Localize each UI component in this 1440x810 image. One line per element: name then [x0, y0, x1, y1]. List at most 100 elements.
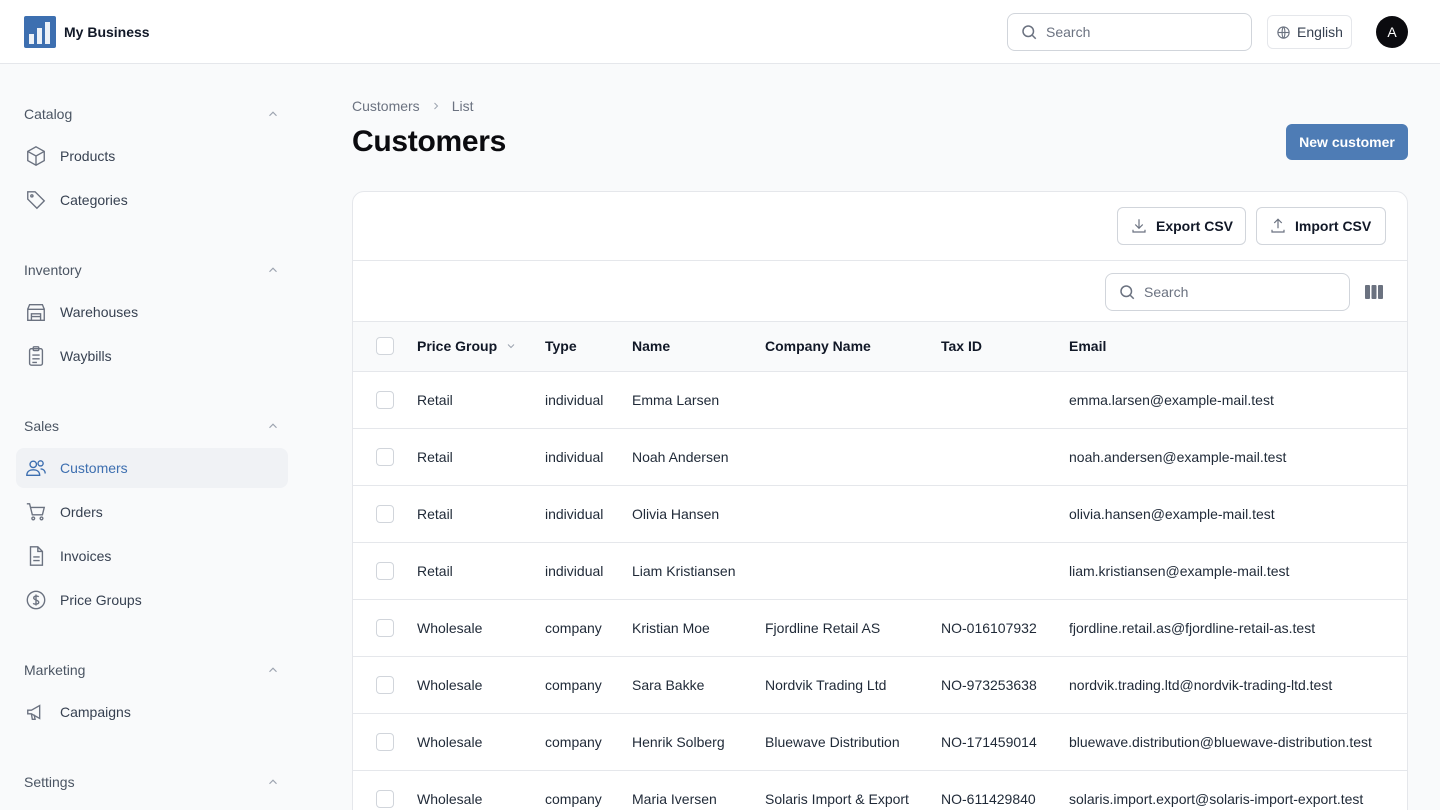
group-label: Inventory — [24, 262, 82, 278]
sidebar-item-label: Orders — [60, 504, 103, 520]
top-bar: My Business English A — [0, 0, 1440, 64]
sidebar-item-warehouses[interactable]: Warehouses — [16, 292, 288, 332]
sidebar-item-customers[interactable]: Customers — [16, 448, 288, 488]
table-row[interactable]: Wholesale company Kristian Moe Fjordline… — [353, 599, 1407, 657]
cell-tax-id — [941, 542, 1069, 600]
sidebar-item-label: Categories — [60, 192, 128, 208]
sidebar-item-label: Customers — [60, 460, 128, 476]
group-label: Catalog — [24, 106, 73, 122]
group-header-catalog[interactable]: Catalog — [16, 98, 288, 130]
sidebar-item-label: Products — [60, 148, 116, 164]
chevron-up-icon — [269, 667, 277, 673]
users-icon — [24, 456, 48, 480]
cell-price-group: Retail — [417, 428, 545, 486]
column-header-label: Price Group — [417, 338, 498, 355]
nav-group-sales: Sales Customers Orders Invoices Price Gr… — [16, 410, 288, 620]
global-search-input[interactable] — [1046, 24, 1226, 40]
sidebar-item-waybills[interactable]: Waybills — [16, 336, 288, 376]
cell-company-name: Fjordline Retail AS — [765, 599, 941, 657]
row-checkbox[interactable] — [376, 789, 394, 808]
new-customer-button[interactable]: New customer — [1286, 124, 1408, 160]
chevron-up-icon — [269, 267, 277, 273]
sidebar-item-orders[interactable]: Orders — [16, 492, 288, 532]
select-all-checkbox[interactable] — [376, 337, 394, 356]
group-header-settings[interactable]: Settings — [16, 766, 288, 798]
cell-price-group: Retail — [417, 542, 545, 600]
row-checkbox[interactable] — [376, 675, 394, 694]
table-header-row: Price Group Type Name Company Name Tax I… — [353, 322, 1407, 372]
table-toolbar — [353, 262, 1407, 322]
sidebar-item-label: Waybills — [60, 348, 112, 364]
row-checkbox[interactable] — [376, 732, 394, 751]
sidebar-item-categories[interactable]: Categories — [16, 180, 288, 220]
column-header-name[interactable]: Name — [632, 322, 765, 372]
brand[interactable]: My Business — [24, 16, 150, 48]
table-row[interactable]: Retail individual Olivia Hansen olivia.h… — [353, 485, 1407, 543]
cell-tax-id: NO-973253638 — [941, 656, 1069, 714]
chevron-up-icon — [269, 423, 277, 429]
sidebar-item-price-groups[interactable]: Price Groups — [16, 580, 288, 620]
box-icon — [24, 144, 48, 168]
cell-name: Henrik Solberg — [632, 713, 765, 771]
table-row[interactable]: Wholesale company Sara Bakke Nordvik Tra… — [353, 656, 1407, 714]
row-checkbox[interactable] — [376, 504, 394, 523]
cell-email: fjordline.retail.as@fjordline-retail-as.… — [1069, 599, 1407, 657]
cell-tax-id: NO-171459014 — [941, 713, 1069, 771]
chevron-up-icon — [269, 111, 277, 117]
breadcrumb-parent[interactable]: Customers — [352, 98, 420, 114]
table-row[interactable]: Retail individual Noah Andersen noah.and… — [353, 428, 1407, 486]
cell-name: Kristian Moe — [632, 599, 765, 657]
cell-name: Emma Larsen — [632, 371, 765, 429]
cart-icon — [24, 500, 48, 524]
sidebar-item-products[interactable]: Products — [16, 136, 288, 176]
column-header-email[interactable]: Email — [1069, 322, 1407, 372]
cell-company-name: Bluewave Distribution — [765, 713, 941, 771]
row-select-cell — [353, 542, 417, 600]
cell-email: noah.andersen@example-mail.test — [1069, 428, 1407, 486]
nav-group-marketing: Marketing Campaigns — [16, 654, 288, 732]
row-checkbox[interactable] — [376, 618, 394, 637]
column-header-price-group[interactable]: Price Group — [417, 322, 545, 372]
language-switcher[interactable]: English — [1267, 15, 1352, 49]
cell-name: Liam Kristiansen — [632, 542, 765, 600]
table-row[interactable]: Retail individual Liam Kristiansen liam.… — [353, 542, 1407, 600]
cell-type: individual — [545, 428, 632, 486]
cell-price-group: Wholesale — [417, 656, 545, 714]
brand-name: My Business — [64, 24, 150, 40]
customers-table: Price Group Type Name Company Name Tax I… — [353, 322, 1407, 810]
cell-name: Sara Bakke — [632, 656, 765, 714]
table-search-input[interactable] — [1144, 284, 1324, 300]
row-checkbox[interactable] — [376, 390, 394, 409]
table-search[interactable] — [1105, 273, 1350, 311]
row-checkbox[interactable] — [376, 447, 394, 466]
nav-group-catalog: Catalog Products Categories — [16, 98, 288, 220]
sidebar-item-campaigns[interactable]: Campaigns — [16, 692, 288, 732]
import-csv-label: Import CSV — [1295, 218, 1372, 234]
group-header-inventory[interactable]: Inventory — [16, 254, 288, 286]
user-avatar[interactable]: A — [1376, 16, 1408, 48]
group-header-marketing[interactable]: Marketing — [16, 654, 288, 686]
import-csv-button[interactable]: Import CSV — [1256, 207, 1386, 245]
column-header-company-name[interactable]: Company Name — [765, 322, 941, 372]
table-row[interactable]: Retail individual Emma Larsen emma.larse… — [353, 371, 1407, 429]
row-select-cell — [353, 599, 417, 657]
customers-table-card: Export CSV Import CSV Price Group — [352, 191, 1408, 810]
columns-toggle-button[interactable] — [1363, 282, 1385, 302]
row-select-cell — [353, 428, 417, 486]
sidebar-item-invoices[interactable]: Invoices — [16, 536, 288, 576]
cell-company-name — [765, 371, 941, 429]
cell-name: Olivia Hansen — [632, 485, 765, 543]
row-checkbox[interactable] — [376, 561, 394, 580]
group-header-sales[interactable]: Sales — [16, 410, 288, 442]
column-header-type[interactable]: Type — [545, 322, 632, 372]
export-csv-label: Export CSV — [1156, 218, 1234, 234]
column-header-tax-id[interactable]: Tax ID — [941, 322, 1069, 372]
table-row[interactable]: Wholesale company Maria Iversen Solaris … — [353, 770, 1407, 810]
columns-icon — [1365, 285, 1383, 299]
sidebar-item-label: Warehouses — [60, 304, 139, 320]
table-row[interactable]: Wholesale company Henrik Solberg Bluewav… — [353, 713, 1407, 771]
export-csv-button[interactable]: Export CSV — [1117, 207, 1246, 245]
cell-type: company — [545, 656, 632, 714]
global-search[interactable] — [1007, 13, 1252, 51]
cell-company-name — [765, 542, 941, 600]
